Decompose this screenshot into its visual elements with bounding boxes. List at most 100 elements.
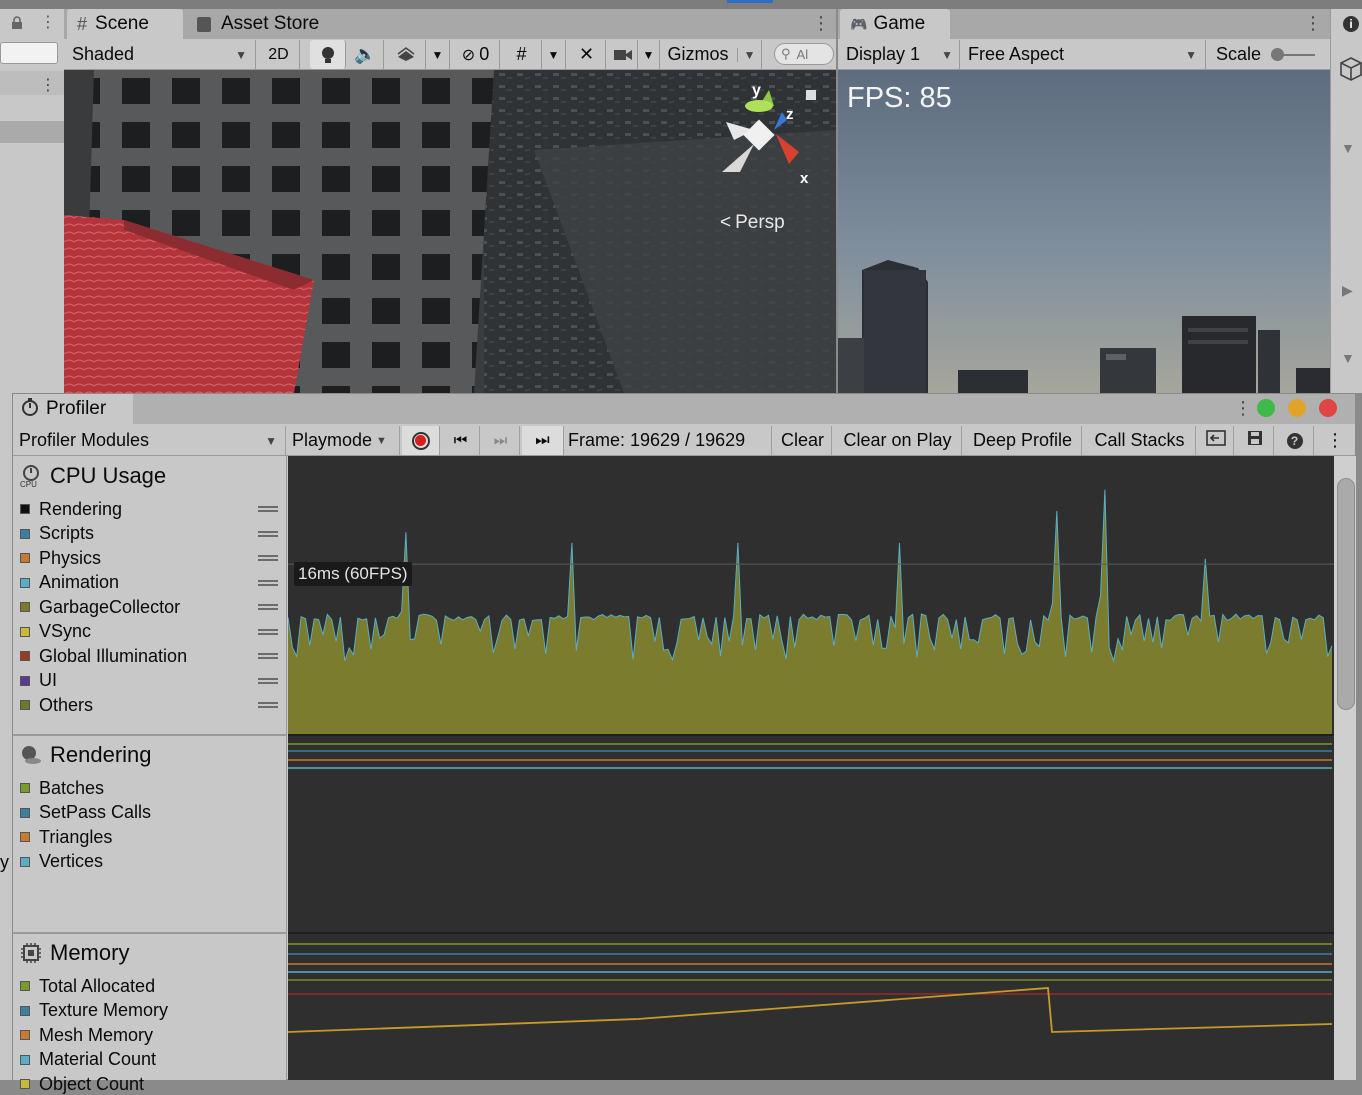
legend-item-cpu[interactable]: Others (20, 694, 286, 716)
legend-item-cpu[interactable]: Scripts (20, 523, 286, 545)
collapse-down-icon[interactable]: ▼ (1341, 140, 1355, 156)
charts-scrollbar-thumb[interactable] (1337, 478, 1355, 710)
kebab-menu-icon[interactable]: ⋮ (812, 13, 830, 34)
legend-swatch[interactable] (20, 675, 30, 686)
lighting-toggle-icon[interactable] (310, 40, 346, 69)
legend-item-cpu[interactable]: GarbageCollector (20, 596, 286, 618)
scale-control[interactable]: Scale (1210, 40, 1330, 69)
legend-swatch[interactable] (20, 553, 30, 563)
legend-item-rendering[interactable]: SetPass Calls (20, 802, 286, 824)
tools-icon[interactable]: ✕ (568, 40, 606, 69)
legend-item-cpu[interactable]: Animation (20, 572, 286, 594)
legend-swatch[interactable] (20, 783, 30, 793)
memory-module-title[interactable]: Memory (20, 940, 129, 966)
legend-item-memory[interactable]: Total Allocated (20, 975, 286, 997)
hidden-objects-toggle[interactable]: ⊘ 0 (452, 40, 500, 69)
legend-swatch[interactable] (20, 1005, 30, 1016)
effects-toggle-icon[interactable] (386, 40, 426, 69)
tab-asset-store[interactable]: Asset Store (187, 9, 337, 39)
profiler-modules-dropdown[interactable]: Profiler Modules ▼ (13, 426, 286, 455)
drag-handle-icon[interactable] (258, 653, 278, 659)
legend-item-rendering[interactable]: Vertices (20, 851, 286, 873)
legend-swatch[interactable] (20, 504, 30, 514)
cube-icon[interactable] (1340, 56, 1362, 87)
legend-swatch[interactable] (20, 807, 30, 818)
target-dropdown[interactable]: Playmode ▼ (288, 426, 400, 455)
drag-handle-icon[interactable] (258, 530, 278, 537)
rendering-chart[interactable] (288, 736, 1334, 932)
camera-icon[interactable] (608, 40, 638, 69)
expand-right-icon[interactable]: ▶ (1342, 282, 1353, 299)
kebab-menu-icon[interactable]: ⋮ (40, 15, 56, 31)
grid-dropdown-arrow[interactable]: ▼ (542, 40, 566, 69)
next-frame-button[interactable]: ⏭ (482, 426, 520, 455)
drag-handle-icon[interactable] (258, 555, 278, 561)
projection-toggle[interactable]: < Persp (720, 212, 785, 234)
record-button[interactable] (402, 426, 440, 455)
tab-profiler[interactable]: Profiler (13, 394, 133, 424)
legend-swatch[interactable] (20, 651, 30, 661)
legend-item-cpu[interactable]: UI (20, 670, 286, 692)
cpu-module-title[interactable]: CPU CPU Usage (20, 463, 166, 489)
legend-swatch[interactable] (20, 1079, 30, 1089)
legend-swatch[interactable] (20, 832, 30, 842)
game-viewport[interactable]: FPS: 85 (838, 70, 1330, 393)
grid-toggle-icon[interactable]: # (502, 40, 542, 69)
legend-swatch[interactable] (20, 856, 30, 867)
current-frame-button[interactable]: ⏭ (522, 426, 564, 455)
clear-button[interactable]: Clear (774, 426, 832, 455)
clear-on-play-button[interactable]: Clear on Play (834, 426, 962, 455)
drag-handle-icon[interactable] (258, 628, 278, 635)
legend-swatch[interactable] (20, 528, 30, 539)
legend-swatch[interactable] (20, 626, 30, 637)
legend-item-cpu[interactable]: VSync (20, 621, 286, 643)
legend-swatch[interactable] (20, 700, 30, 710)
shading-mode-dropdown[interactable]: Shaded ▼ (66, 40, 256, 69)
lock-icon[interactable] (10, 16, 24, 30)
call-stacks-button[interactable]: Call Stacks (1084, 426, 1196, 455)
memory-chart[interactable] (288, 934, 1334, 1080)
drag-handle-icon[interactable] (258, 677, 278, 684)
legend-swatch[interactable] (20, 602, 30, 612)
load-data-button[interactable] (1198, 426, 1234, 455)
drag-handle-icon[interactable] (258, 604, 278, 610)
rendering-module-title[interactable]: Rendering (20, 742, 152, 768)
tab-game[interactable]: 🎮 Game (840, 9, 950, 39)
collapse-down-icon[interactable]: ▼ (1341, 350, 1355, 366)
legend-item-cpu[interactable]: Global Illumination (20, 645, 286, 667)
legend-item-rendering[interactable]: Batches (20, 777, 286, 799)
scale-slider-thumb[interactable] (1271, 47, 1285, 61)
effects-dropdown-arrow[interactable]: ▼ (426, 40, 450, 69)
help-button[interactable]: ? (1276, 426, 1314, 455)
legend-item-memory[interactable]: Mesh Memory (20, 1024, 286, 1046)
legend-item-memory[interactable]: Object Count (20, 1073, 286, 1095)
window-maximize-button[interactable] (1257, 399, 1275, 417)
cpu-usage-chart[interactable] (288, 458, 1334, 734)
legend-item-rendering[interactable]: Triangles (20, 826, 286, 848)
legend-item-cpu[interactable]: Physics (20, 547, 286, 569)
deep-profile-button[interactable]: Deep Profile (964, 426, 1082, 455)
drag-handle-icon[interactable] (258, 702, 278, 708)
scene-viewport[interactable]: y z x < Persp (64, 70, 836, 393)
gizmos-dropdown[interactable]: Gizmos ▼ (662, 40, 762, 69)
legend-item-memory[interactable]: Texture Memory (20, 1000, 286, 1022)
hierarchy-search-input[interactable] (0, 42, 58, 64)
kebab-menu-icon[interactable]: ⋮ (1234, 398, 1252, 419)
legend-item-memory[interactable]: Material Count (20, 1049, 286, 1071)
legend-swatch[interactable] (20, 1054, 30, 1065)
legend-item-cpu[interactable]: Rendering (20, 498, 286, 520)
save-data-button[interactable] (1236, 426, 1274, 455)
legend-swatch[interactable] (20, 1030, 30, 1040)
scale-slider[interactable] (1271, 47, 1316, 61)
scene-search-input[interactable]: ⚲ Al (774, 43, 834, 65)
aspect-dropdown[interactable]: Free Aspect ▼ (962, 40, 1206, 69)
toggle-2d-button[interactable]: 2D (258, 40, 300, 69)
audio-toggle-icon[interactable]: 🔈 (348, 40, 384, 69)
window-close-button[interactable] (1319, 399, 1337, 417)
tab-scene[interactable]: # Scene (67, 9, 183, 39)
previous-frame-button[interactable]: ⏮ (442, 426, 480, 455)
camera-dropdown-arrow[interactable]: ▼ (638, 40, 660, 69)
gizmo-lock-icon[interactable] (806, 90, 816, 100)
window-minimize-button[interactable] (1288, 399, 1306, 417)
legend-swatch[interactable] (20, 981, 30, 991)
